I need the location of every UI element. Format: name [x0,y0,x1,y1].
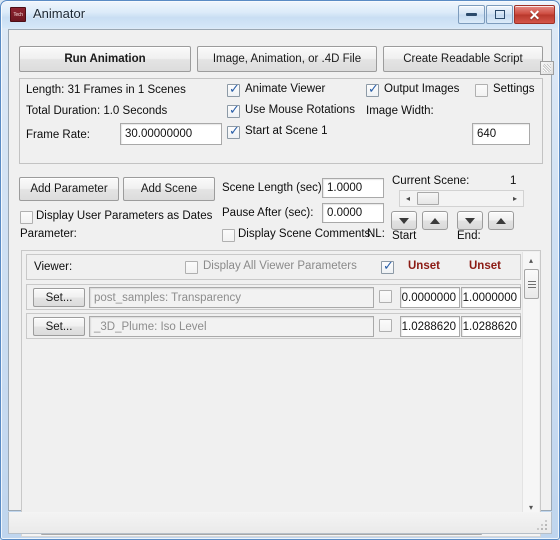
arrow-up-icon [430,217,440,224]
table-row[interactable]: Set... post_samples: Transparency 0.0000… [26,284,521,310]
vertical-scroll-thumb[interactable] [524,269,539,299]
current-scene-value: 1 [510,175,517,187]
maximize-button[interactable] [486,5,513,24]
add-scene-button[interactable]: Add Scene [123,177,215,201]
image-width-label: Image Width: [366,105,434,117]
close-button[interactable]: ✕ [514,5,555,24]
end-decrement-button[interactable] [457,211,483,230]
arrow-down-icon [465,217,475,224]
parameter-start-value-input[interactable]: 1.0288620 [400,316,460,337]
resize-grip-icon[interactable] [537,520,548,531]
settings-checkbox[interactable] [475,84,488,97]
output-images-checkbox[interactable]: ✓ [366,82,379,97]
set-button[interactable]: Set... [33,288,85,307]
length-label: Length: 31 Frames in 1 Scenes [26,84,186,96]
end-increment-button[interactable] [488,211,514,230]
display-scene-comments-label: Display Scene Comments [238,228,371,240]
client-area: Run Animation Image, Animation, or .4D F… [8,29,554,537]
parameter-name-field[interactable]: _3D_Plume: Iso Level [89,316,374,337]
check-icon: ✓ [229,82,240,97]
parameter-enabled-checkbox[interactable] [379,290,392,303]
start-increment-button[interactable] [422,211,448,230]
viewer-row-enabled-checkbox[interactable]: ✓ [381,259,394,274]
pause-after-input[interactable]: 0.0000 [322,203,384,223]
parameter-end-value-input[interactable]: 1.0000000 [461,287,521,308]
pause-after-label: Pause After (sec): [222,207,314,219]
output-images-label: Output Images [384,83,460,95]
set-button[interactable]: Set... [33,317,85,336]
display-all-viewer-parameters-label: Display All Viewer Parameters [203,260,357,272]
settings-label: Settings [493,83,535,95]
window-title: Animator [33,6,86,21]
scene-length-label: Scene Length (sec): [222,182,325,194]
animation-info-panel: Length: 31 Frames in 1 Scenes Total Dura… [19,78,543,164]
parameter-label: Parameter: [20,228,77,240]
display-user-params-as-dates-checkbox[interactable] [20,211,33,224]
scroll-up-icon[interactable]: ▴ [523,252,539,268]
panel-toggle-button[interactable] [540,61,554,75]
maximize-icon [494,10,505,19]
scene-length-input[interactable]: 1.0000 [322,178,384,198]
viewer-row-name: Viewer: [34,261,73,273]
check-icon: ✓ [229,103,240,118]
minimize-button[interactable] [458,5,485,24]
use-mouse-rotations-label: Use Mouse Rotations [245,104,355,116]
animate-viewer-label: Animate Viewer [245,83,326,95]
scene-scroll-right-icon[interactable]: ▸ [507,191,523,206]
display-all-viewer-parameters-checkbox[interactable] [185,261,198,274]
frame-rate-label: Frame Rate: [26,129,90,141]
panel-toggle-icon [543,64,551,72]
arrow-down-icon [399,217,409,224]
animate-viewer-checkbox[interactable]: ✓ [227,82,240,97]
arrow-up-icon [496,217,506,224]
add-parameter-button[interactable]: Add Parameter [19,177,119,201]
close-icon: ✕ [528,6,541,23]
parameter-enabled-checkbox[interactable] [379,319,392,332]
current-scene-label: Current Scene: [392,175,470,187]
end-label: End: [457,230,481,242]
start-at-scene-label: Start at Scene 1 [245,125,328,137]
parameter-list-vertical-scrollbar[interactable]: ▴ ▾ [522,252,539,515]
parameter-name-field[interactable]: post_samples: Transparency [89,287,374,308]
viewer-row[interactable]: Viewer: Display All Viewer Parameters ✓ … [26,254,521,280]
parameter-end-value-input[interactable]: 1.0288620 [461,316,521,337]
scene-scroll-left-icon[interactable]: ◂ [400,191,416,206]
total-duration-label: Total Duration: 1.0 Seconds [26,105,168,117]
start-at-scene-checkbox[interactable]: ✓ [227,124,240,139]
minimize-icon [466,13,477,16]
check-icon: ✓ [229,124,240,139]
start-decrement-button[interactable] [391,211,417,230]
parameter-start-value-input[interactable]: 0.0000000 [400,287,460,308]
nl-label: NL: [367,228,385,240]
viewer-row-end-value: Unset [469,260,501,272]
display-user-params-as-dates-label: Display User Parameters as Dates [36,210,213,222]
start-label: Start [392,230,417,242]
table-row[interactable]: Set... _3D_Plume: Iso Level 1.0288620 1.… [26,313,521,339]
title-bar[interactable]: Tech Animator ✕ [2,2,558,28]
image-width-input[interactable]: 640 [472,123,530,145]
grip-lines-icon [527,280,536,288]
status-bar [8,512,552,534]
frame-rate-input[interactable]: 30.00000000 [120,123,222,145]
parameter-list-region: Viewer: Display All Viewer Parameters ✓ … [21,250,541,516]
use-mouse-rotations-checkbox[interactable]: ✓ [227,103,240,118]
check-icon: ✓ [383,259,394,274]
check-icon: ✓ [368,82,379,97]
viewer-row-start-value: Unset [408,260,440,272]
app-icon: Tech [10,7,26,22]
scene-scroll-thumb[interactable] [417,192,439,205]
create-readable-script-button[interactable]: Create Readable Script [383,46,543,72]
image-animation-file-button[interactable]: Image, Animation, or .4D File [197,46,377,72]
run-animation-button[interactable]: Run Animation [19,46,191,72]
current-scene-scrollbar[interactable]: ◂ ▸ [399,190,524,207]
animator-window: Tech Animator ✕ Run Animation Image, Ani… [0,0,560,540]
display-scene-comments-checkbox[interactable] [222,229,235,242]
app-icon-text: Tech [13,11,23,18]
